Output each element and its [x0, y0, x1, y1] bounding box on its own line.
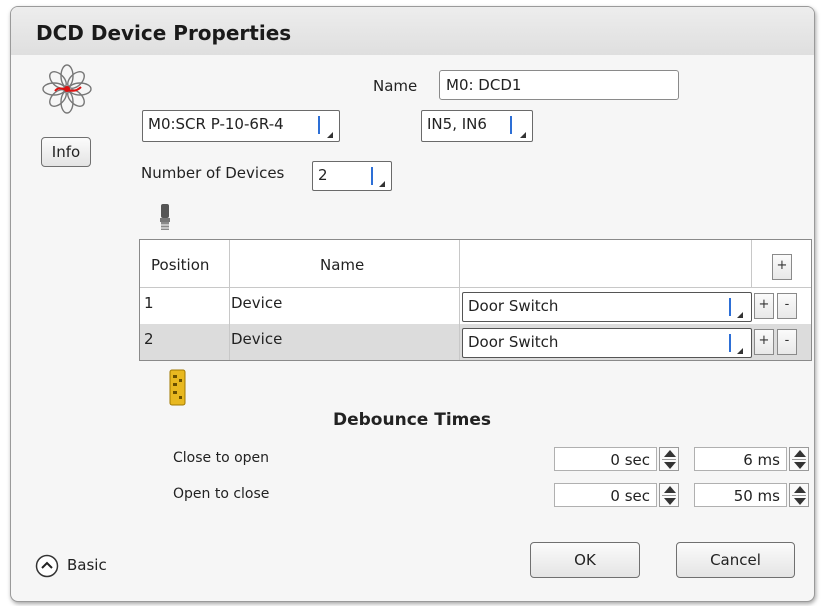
- dropdown-separator: [729, 334, 731, 352]
- number-of-devices-label: Number of Devices: [141, 164, 285, 182]
- debounce-times-title: Debounce Times: [333, 410, 492, 430]
- module-dropdown-value: M0:SCR P-10-6R-4: [148, 115, 284, 133]
- dropdown-separator: [318, 116, 320, 134]
- number-of-devices-dropdown[interactable]: 2: [312, 161, 392, 191]
- chevron-up-circle-icon[interactable]: [35, 554, 59, 578]
- devices-table: Position Name + 1 Device Door Switch + -: [139, 239, 812, 361]
- spinner-buttons[interactable]: [789, 447, 809, 471]
- close-to-open-label: Close to open: [173, 450, 270, 466]
- spinner-field[interactable]: 0 sec: [554, 447, 657, 471]
- spinner-buttons[interactable]: [789, 483, 809, 507]
- position-value: 1: [144, 294, 154, 312]
- dialog-titlebar: DCD Device Properties: [11, 7, 814, 55]
- name-cell[interactable]: Device: [230, 288, 460, 324]
- dropdown-separator: [510, 116, 512, 134]
- cancel-button[interactable]: Cancel: [676, 542, 795, 578]
- spinner-value: 6 ms: [743, 451, 780, 469]
- name-cell[interactable]: Device: [230, 324, 460, 360]
- name-header: Name: [320, 256, 365, 274]
- spin-up-down-icon[interactable]: [789, 483, 809, 507]
- table-row[interactable]: 2 Device Door Switch + -: [140, 324, 811, 360]
- basic-label: Basic: [67, 556, 107, 574]
- chevron-down-icon: [737, 348, 743, 354]
- dropdown-separator: [371, 167, 373, 185]
- number-of-devices-value: 2: [318, 166, 328, 184]
- add-device-button[interactable]: +: [772, 254, 792, 280]
- table-header-cell: Position: [140, 240, 230, 288]
- dropdown-separator: [729, 298, 731, 316]
- type-header: [460, 240, 752, 288]
- info-button[interactable]: Info: [41, 137, 91, 167]
- remove-row-button[interactable]: -: [777, 293, 797, 319]
- open-to-close-ms-spinner[interactable]: 50 ms: [694, 483, 809, 507]
- chevron-down-icon: [379, 181, 385, 187]
- chevron-down-icon: [520, 132, 526, 138]
- module-dropdown[interactable]: M0:SCR P-10-6R-4: [142, 110, 340, 142]
- position-cell: 2: [140, 324, 230, 360]
- table-header-cell: Name: [230, 240, 460, 288]
- device-type-value: Door Switch: [468, 297, 559, 315]
- spinner-buttons[interactable]: [659, 483, 679, 507]
- device-type-dropdown[interactable]: Door Switch: [462, 292, 752, 322]
- connector-icon: [160, 204, 170, 230]
- insert-row-button[interactable]: +: [754, 293, 774, 319]
- open-to-close-label: Open to close: [173, 486, 270, 502]
- spin-up-down-icon[interactable]: [789, 447, 809, 471]
- name-field[interactable]: M0: DCD1: [439, 70, 679, 100]
- ok-button[interactable]: OK: [530, 542, 640, 578]
- device-logo-icon: [42, 64, 92, 114]
- device-type-value: Door Switch: [468, 333, 559, 351]
- open-to-close-sec-spinner[interactable]: 0 sec: [554, 483, 679, 507]
- inputs-dropdown-value: IN5, IN6: [427, 115, 487, 133]
- spin-up-down-icon[interactable]: [659, 483, 679, 507]
- dialog-title: DCD Device Properties: [36, 21, 292, 45]
- table-header-cell: +: [752, 240, 811, 288]
- inputs-dropdown[interactable]: IN5, IN6: [421, 110, 533, 142]
- safety-module-icon: [169, 369, 186, 406]
- spin-up-down-icon[interactable]: [659, 447, 679, 471]
- spinner-value: 0 sec: [610, 451, 650, 469]
- chevron-down-icon: [327, 132, 333, 138]
- spinner-field[interactable]: 6 ms: [694, 447, 787, 471]
- name-field-value: M0: DCD1: [446, 76, 522, 94]
- basic-toggle[interactable]: Basic: [35, 553, 135, 579]
- table-row[interactable]: 1 Device Door Switch + -: [140, 288, 811, 325]
- close-to-open-sec-spinner[interactable]: 0 sec: [554, 447, 679, 471]
- device-type-dropdown[interactable]: Door Switch: [462, 328, 752, 358]
- device-name-value: Device: [231, 294, 283, 312]
- position-header: Position: [151, 256, 210, 274]
- position-cell: 1: [140, 288, 230, 324]
- spinner-buttons[interactable]: [659, 447, 679, 471]
- insert-row-button[interactable]: +: [754, 329, 774, 355]
- position-value: 2: [144, 330, 154, 348]
- spinner-field[interactable]: 0 sec: [554, 483, 657, 507]
- spinner-value: 0 sec: [610, 487, 650, 505]
- device-name-value: Device: [231, 330, 283, 348]
- chevron-down-icon: [737, 312, 743, 318]
- name-label: Name: [373, 77, 418, 95]
- remove-row-button[interactable]: -: [777, 329, 797, 355]
- spinner-field[interactable]: 50 ms: [694, 483, 787, 507]
- dcd-device-properties-dialog: DCD Device Properties Info Name M0: DCD1…: [10, 6, 815, 602]
- close-to-open-ms-spinner[interactable]: 6 ms: [694, 447, 809, 471]
- spinner-value: 50 ms: [733, 487, 780, 505]
